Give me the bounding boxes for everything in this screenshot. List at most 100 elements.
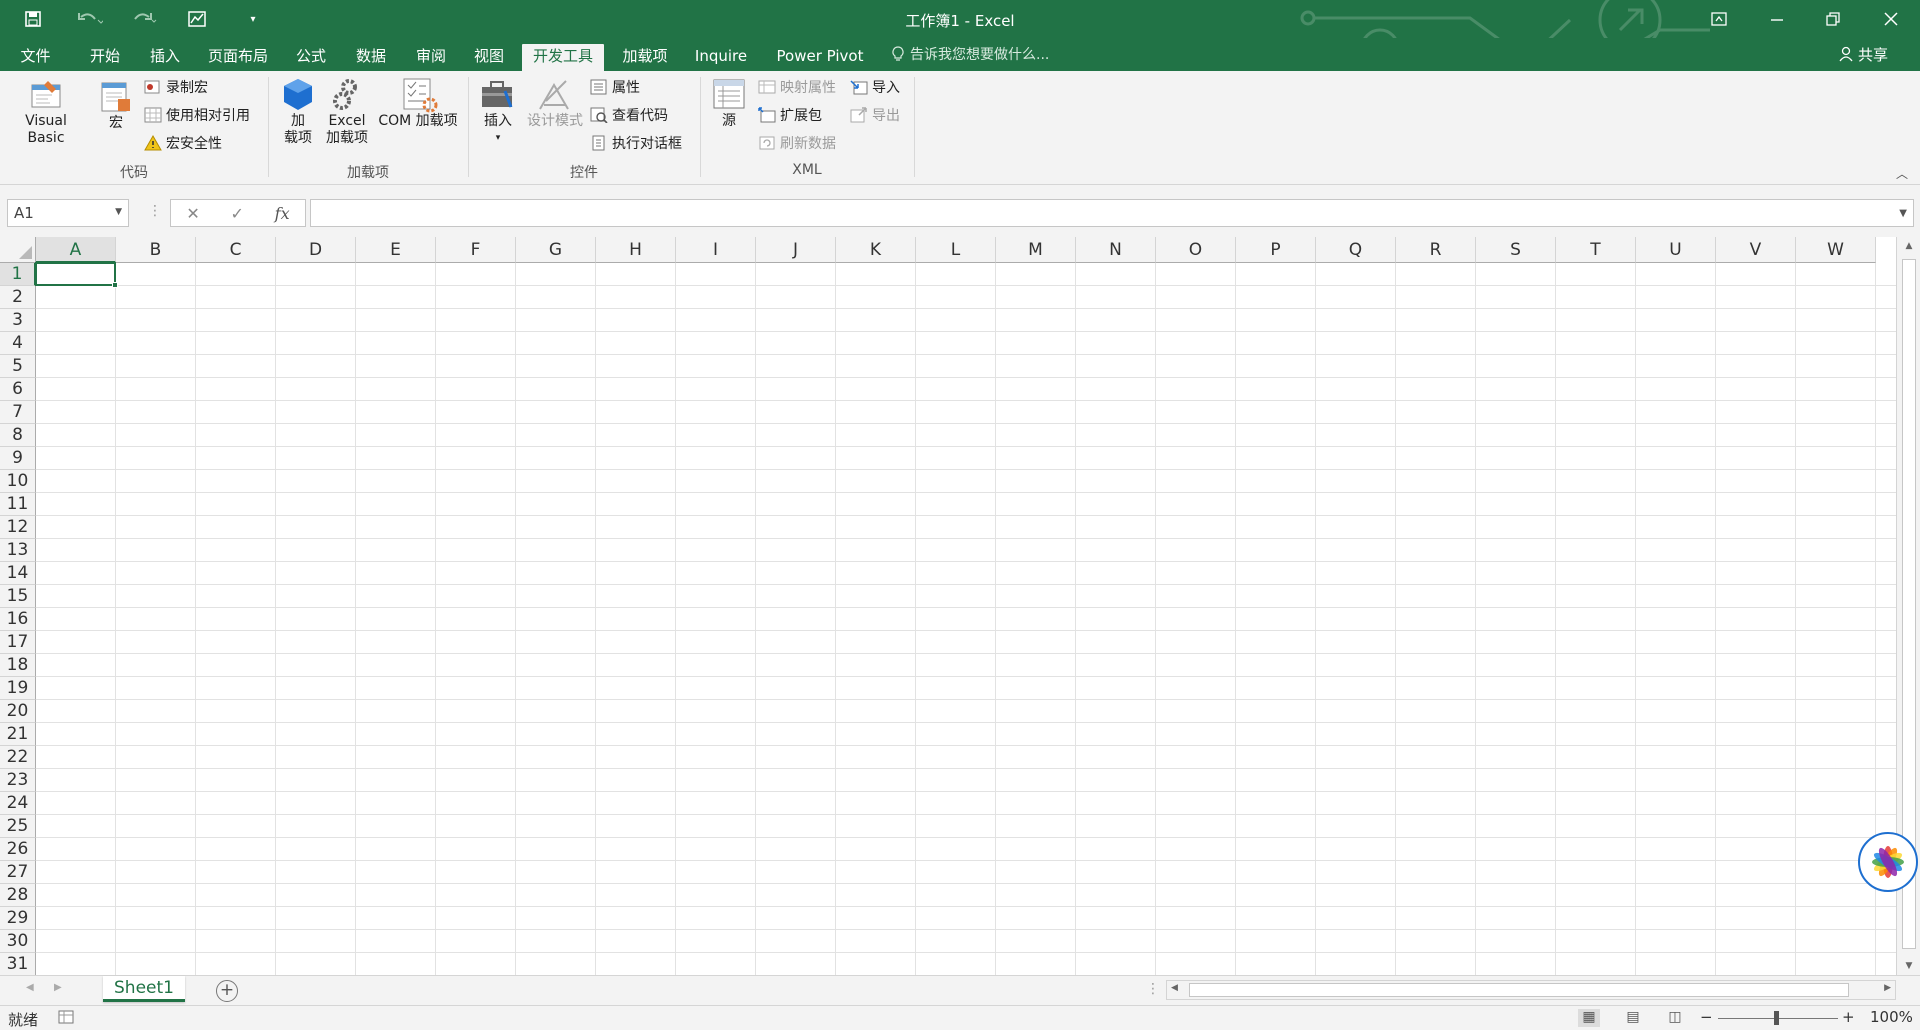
row-header-20[interactable]: 20: [0, 700, 36, 723]
column-header-t[interactable]: T: [1556, 237, 1636, 263]
horizontal-scroll-thumb[interactable]: [1189, 983, 1849, 997]
expand-formula-bar-icon[interactable]: ▼: [1899, 208, 1907, 219]
zoom-level[interactable]: 100%: [1870, 1008, 1913, 1026]
column-header-i[interactable]: I: [676, 237, 756, 263]
floating-assistant-icon[interactable]: [1858, 832, 1918, 892]
scroll-right-icon[interactable]: ▶: [1884, 983, 1891, 993]
tab-review[interactable]: 审阅: [406, 44, 456, 71]
row-header-26[interactable]: 26: [0, 838, 36, 861]
ribbon-display-options-icon[interactable]: [1696, 0, 1742, 38]
scroll-left-icon[interactable]: ◀: [1171, 983, 1178, 993]
tab-power-pivot[interactable]: Power Pivot: [768, 44, 872, 71]
cancel-icon[interactable]: ✕: [186, 204, 199, 223]
column-header-n[interactable]: N: [1076, 237, 1156, 263]
collapse-ribbon-icon[interactable]: ︿: [1896, 165, 1908, 182]
page-layout-view-icon[interactable]: ▤: [1622, 1009, 1644, 1027]
zoom-out-icon[interactable]: −: [1700, 1008, 1713, 1026]
row-header-6[interactable]: 6: [0, 378, 36, 401]
tab-page-layout[interactable]: 页面布局: [200, 44, 276, 71]
macros-button[interactable]: 宏: [94, 79, 138, 132]
column-header-c[interactable]: C: [196, 237, 276, 263]
tab-insert[interactable]: 插入: [140, 44, 190, 71]
close-icon[interactable]: [1868, 0, 1914, 38]
worksheet-grid[interactable]: ABCDEFGHIJKLMNOPQRSTUVW 1 2 3 4 5 6 7 8 9 10 11 12 1…: [0, 237, 1920, 975]
map-properties-button[interactable]: 映射属性: [758, 77, 836, 97]
xml-source-button[interactable]: 源: [708, 77, 750, 130]
record-macro-button[interactable]: 录制宏: [144, 77, 208, 97]
tell-me-box[interactable]: 告诉我您想要做什么...: [892, 44, 1049, 64]
row-header-13[interactable]: 13: [0, 539, 36, 562]
design-mode-button[interactable]: 设计模式: [524, 77, 586, 130]
column-header-f[interactable]: F: [436, 237, 516, 263]
excel-addins-button[interactable]: Excel 加载项: [324, 77, 370, 147]
row-header-16[interactable]: 16: [0, 608, 36, 631]
row-header-10[interactable]: 10: [0, 470, 36, 493]
view-code-button[interactable]: 查看代码: [590, 105, 668, 125]
row-header-15[interactable]: 15: [0, 585, 36, 608]
name-box-dropdown-icon[interactable]: ▼: [115, 207, 122, 217]
normal-view-icon[interactable]: ▦: [1578, 1009, 1600, 1027]
minimize-icon[interactable]: [1754, 0, 1800, 38]
active-cell[interactable]: [35, 262, 118, 288]
visual-basic-button[interactable]: Visual Basic: [6, 77, 86, 147]
scroll-down-icon[interactable]: ▼: [1897, 957, 1920, 975]
export-button[interactable]: 导出: [850, 105, 900, 125]
tab-view[interactable]: 视图: [464, 44, 514, 71]
properties-button[interactable]: 属性: [590, 77, 640, 97]
row-header-14[interactable]: 14: [0, 562, 36, 585]
row-header-21[interactable]: 21: [0, 723, 36, 746]
tab-file[interactable]: 文件: [8, 44, 63, 71]
column-header-p[interactable]: P: [1236, 237, 1316, 263]
row-header-28[interactable]: 28: [0, 884, 36, 907]
sheet-tab-sheet1[interactable]: Sheet1: [103, 976, 185, 1002]
row-header-18[interactable]: 18: [0, 654, 36, 677]
fill-handle[interactable]: [112, 282, 118, 288]
tab-inquire[interactable]: Inquire: [686, 44, 756, 71]
row-header-27[interactable]: 27: [0, 861, 36, 884]
row-header-1[interactable]: 1: [0, 263, 36, 286]
column-header-q[interactable]: Q: [1316, 237, 1396, 263]
macro-security-button[interactable]: 宏安全性: [144, 133, 222, 153]
insert-control-button[interactable]: 插入 ▾: [474, 77, 522, 147]
tab-data[interactable]: 数据: [346, 44, 396, 71]
enter-icon[interactable]: ✓: [231, 204, 244, 223]
column-header-l[interactable]: L: [916, 237, 996, 263]
tab-addins[interactable]: 加载项: [614, 44, 676, 71]
column-header-v[interactable]: V: [1716, 237, 1796, 263]
column-header-o[interactable]: O: [1156, 237, 1236, 263]
tab-split-grip-icon[interactable]: ⋮: [1146, 981, 1160, 997]
name-box[interactable]: A1 ▼: [7, 199, 129, 227]
refresh-data-button[interactable]: 刷新数据: [758, 133, 836, 153]
tab-home[interactable]: 开始: [80, 44, 130, 71]
row-header-31[interactable]: 31: [0, 953, 36, 975]
page-break-preview-icon[interactable]: ◫: [1664, 1009, 1686, 1027]
row-header-3[interactable]: 3: [0, 309, 36, 332]
column-header-s[interactable]: S: [1476, 237, 1556, 263]
row-header-17[interactable]: 17: [0, 631, 36, 654]
zoom-in-icon[interactable]: +: [1842, 1008, 1855, 1026]
row-header-7[interactable]: 7: [0, 401, 36, 424]
column-header-w[interactable]: W: [1796, 237, 1876, 263]
column-header-m[interactable]: M: [996, 237, 1076, 263]
column-header-a[interactable]: A: [36, 237, 116, 263]
formula-input[interactable]: ▼: [310, 199, 1914, 227]
row-header-24[interactable]: 24: [0, 792, 36, 815]
row-header-9[interactable]: 9: [0, 447, 36, 470]
expansion-packs-button[interactable]: 扩展包: [758, 105, 822, 125]
share-button[interactable]: 共享: [1838, 40, 1888, 68]
use-relative-references-button[interactable]: 使用相对引用: [144, 105, 250, 125]
row-header-29[interactable]: 29: [0, 907, 36, 930]
column-header-b[interactable]: B: [116, 237, 196, 263]
row-header-8[interactable]: 8: [0, 424, 36, 447]
addins-button[interactable]: 加 载项: [278, 77, 318, 147]
column-header-r[interactable]: R: [1396, 237, 1476, 263]
column-header-g[interactable]: G: [516, 237, 596, 263]
row-header-12[interactable]: 12: [0, 516, 36, 539]
column-header-d[interactable]: D: [276, 237, 356, 263]
restore-icon[interactable]: [1810, 0, 1856, 38]
tab-developer[interactable]: 开发工具: [522, 44, 604, 71]
com-addins-button[interactable]: COM 加载项: [374, 77, 462, 130]
row-header-25[interactable]: 25: [0, 815, 36, 838]
row-header-2[interactable]: 2: [0, 286, 36, 309]
zoom-slider-thumb[interactable]: [1774, 1011, 1779, 1025]
